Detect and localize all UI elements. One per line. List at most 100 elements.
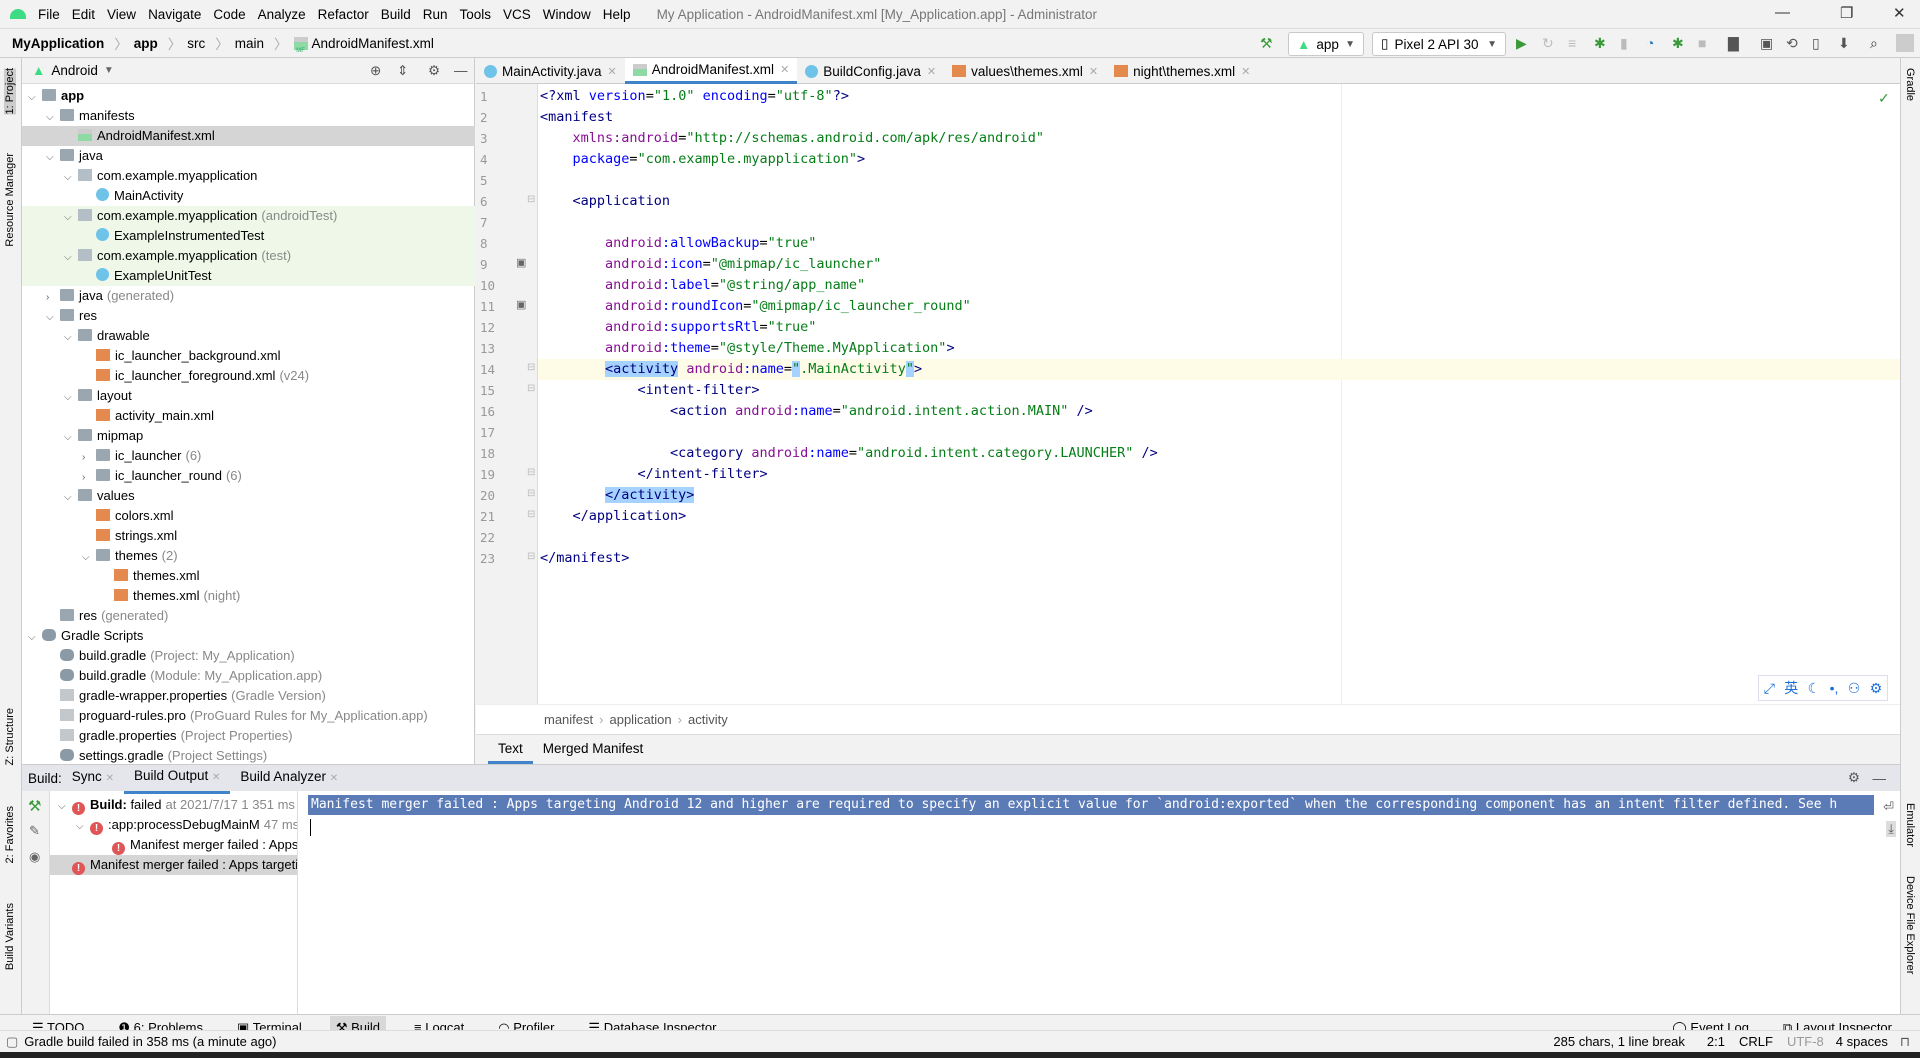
chevron-right-icon[interactable]: ›: [82, 468, 96, 488]
tree-item[interactable]: › ic_launcher_round (6): [22, 466, 475, 486]
menu-refactor[interactable]: Refactor: [318, 7, 369, 22]
gradle-tool-button[interactable]: Gradle: [1904, 68, 1916, 101]
tree-item[interactable]: build.gradle (Project: My_Application): [22, 646, 475, 666]
code-line[interactable]: 19 </intent-filter>: [480, 464, 1900, 485]
code-line[interactable]: 21 </application>: [480, 506, 1900, 527]
breadcrumb-src[interactable]: src: [187, 36, 205, 51]
chevron-down-icon[interactable]: ⌵: [64, 388, 78, 408]
editor-crumb-activity[interactable]: activity: [688, 712, 728, 727]
chevron-down-icon[interactable]: ⌵: [46, 108, 60, 128]
chevron-down-icon[interactable]: ⌵: [28, 628, 42, 648]
code-line[interactable]: 18 <category android:name="android.inten…: [480, 443, 1900, 464]
tab-merged-manifest[interactable]: Merged Manifest: [533, 735, 654, 764]
menu-tools[interactable]: Tools: [460, 7, 492, 22]
favorites-tool-button[interactable]: 2: Favorites: [4, 806, 16, 863]
build-tree-item[interactable]: ! Manifest merger failed : Apps targeting: [50, 855, 297, 875]
chevron-right-icon[interactable]: ›: [46, 288, 60, 308]
breadcrumb-module[interactable]: app: [134, 36, 158, 51]
code-line[interactable]: 1 <?xml version="1.0" encoding="utf-8"?>: [480, 86, 1900, 107]
tree-item[interactable]: ⌵ drawable: [22, 326, 475, 346]
tree-item[interactable]: ExampleInstrumentedTest: [22, 226, 475, 246]
code-area[interactable]: 1 <?xml version="1.0" encoding="utf-8"?> 2…: [480, 84, 1900, 704]
close-window-button[interactable]: ✕: [1893, 4, 1906, 22]
code-line[interactable]: 16 <action android:name="android.intent.…: [480, 401, 1900, 422]
search-icon[interactable]: ⌕: [1870, 35, 1878, 52]
tree-item[interactable]: ⌵ com.example.myapplication (androidTest): [22, 206, 475, 226]
menu-vcs[interactable]: VCS: [503, 7, 531, 22]
close-tab-icon[interactable]: ✕: [780, 63, 789, 76]
avd-manager-icon[interactable]: ▣: [1760, 35, 1773, 52]
minimize-button[interactable]: —: [1775, 4, 1790, 21]
tree-item[interactable]: ⌵ com.example.myapplication (test): [22, 246, 475, 266]
chevron-down-icon[interactable]: ⌵: [58, 797, 72, 817]
project-view-select[interactable]: Android: [51, 63, 98, 78]
code-line[interactable]: 11 android:roundIcon="@mipmap/ic_launche…: [480, 296, 1900, 317]
run-coverage-icon[interactable]: ▮: [1620, 35, 1628, 52]
tab-sync[interactable]: Sync ✕: [62, 764, 124, 792]
close-tab-icon[interactable]: ✕: [1241, 65, 1250, 78]
code-line[interactable]: 13 android:theme="@style/Theme.MyApplica…: [480, 338, 1900, 359]
tree-item[interactable]: ⌵ com.example.myapplication: [22, 166, 475, 186]
close-tab-icon[interactable]: ✕: [330, 773, 338, 784]
apply-code-changes-icon[interactable]: ≡: [1568, 35, 1576, 51]
collapse-all-icon[interactable]: ⇕: [397, 63, 408, 79]
chevron-down-icon[interactable]: ⌵: [64, 168, 78, 188]
code-line[interactable]: 14 <activity android:name=".MainActivity…: [480, 359, 1900, 380]
tree-item[interactable]: AndroidManifest.xml: [22, 126, 475, 146]
tree-item[interactable]: themes.xml (night): [22, 586, 475, 606]
chevron-down-icon[interactable]: ⌵: [76, 817, 90, 837]
menu-view[interactable]: View: [107, 7, 136, 22]
close-tab-icon[interactable]: ✕: [927, 65, 936, 78]
close-tab-icon[interactable]: ✕: [1089, 65, 1098, 78]
chevron-down-icon[interactable]: ⌵: [28, 88, 42, 108]
ime-user-icon[interactable]: ⚇: [1848, 680, 1861, 697]
editor-tab[interactable]: values\themes.xml ✕: [944, 58, 1106, 84]
ime-punctuation-icon[interactable]: •,: [1830, 680, 1839, 696]
chevron-down-icon[interactable]: ⌵: [64, 208, 78, 228]
run-config-select[interactable]: ▲ app ▼: [1288, 32, 1364, 56]
code-line[interactable]: 9 android:icon="@mipmap/ic_launcher": [480, 254, 1900, 275]
chevron-down-icon[interactable]: ⌵: [64, 428, 78, 448]
ime-settings-icon[interactable]: ⚙: [1870, 680, 1883, 697]
editor-tab[interactable]: MainActivity.java ✕: [476, 58, 625, 84]
build-output-line[interactable]: Manifest merger failed : Apps targeting …: [308, 795, 1874, 815]
chevron-down-icon[interactable]: ⌵: [46, 148, 60, 168]
user-avatar[interactable]: [1896, 34, 1914, 52]
tree-item[interactable]: settings.gradle (Project Settings): [22, 746, 475, 766]
emulator-tool-button[interactable]: Emulator: [1904, 803, 1916, 847]
chevron-down-icon[interactable]: ⌵: [82, 548, 96, 568]
tree-item[interactable]: MainActivity: [22, 186, 475, 206]
scroll-to-end-icon[interactable]: ⤓: [1886, 821, 1896, 837]
soft-wrap-icon[interactable]: ⏎: [1883, 799, 1894, 815]
tree-item[interactable]: strings.xml: [22, 526, 475, 546]
tree-item[interactable]: build.gradle (Module: My_Application.app): [22, 666, 475, 686]
code-line[interactable]: 10 android:label="@string/app_name": [480, 275, 1900, 296]
editor-crumb-manifest[interactable]: manifest: [544, 712, 593, 727]
tree-item[interactable]: ⌵ res: [22, 306, 475, 326]
attach-debugger-icon[interactable]: ✱: [1672, 35, 1684, 52]
tree-item[interactable]: ⌵ themes (2): [22, 546, 475, 566]
pin-icon[interactable]: ✎: [29, 823, 40, 839]
gear-icon[interactable]: ⚙: [428, 63, 440, 79]
code-line[interactable]: 2 <manifest: [480, 107, 1900, 128]
chevron-down-icon[interactable]: ⌵: [64, 488, 78, 508]
menu-window[interactable]: Window: [543, 7, 591, 22]
chevron-down-icon[interactable]: ⌵: [64, 248, 78, 268]
code-line[interactable]: 4 package="com.example.myapplication">: [480, 149, 1900, 170]
fold-icon[interactable]: ⊟: [527, 383, 535, 394]
menu-build[interactable]: Build: [381, 7, 411, 22]
code-line[interactable]: 6 <application: [480, 191, 1900, 212]
menu-analyze[interactable]: Analyze: [258, 7, 306, 22]
breadcrumb-main[interactable]: main: [235, 36, 264, 51]
chevron-right-icon[interactable]: ›: [82, 448, 96, 468]
fold-icon[interactable]: ⊟: [527, 467, 535, 478]
locate-file-icon[interactable]: ⊕: [370, 63, 381, 79]
ime-expand-icon[interactable]: ⤢: [1764, 680, 1775, 697]
device-manager-icon[interactable]: ▯: [1812, 35, 1820, 52]
apply-changes-icon[interactable]: ↻: [1542, 35, 1554, 52]
tree-item[interactable]: ⌵ mipmap: [22, 426, 475, 446]
close-tab-icon[interactable]: ✕: [106, 773, 114, 784]
run-icon[interactable]: ▶: [1516, 35, 1527, 52]
tree-item[interactable]: ⌵ java: [22, 146, 475, 166]
sdk-manager-icon[interactable]: ⬇: [1838, 35, 1850, 52]
